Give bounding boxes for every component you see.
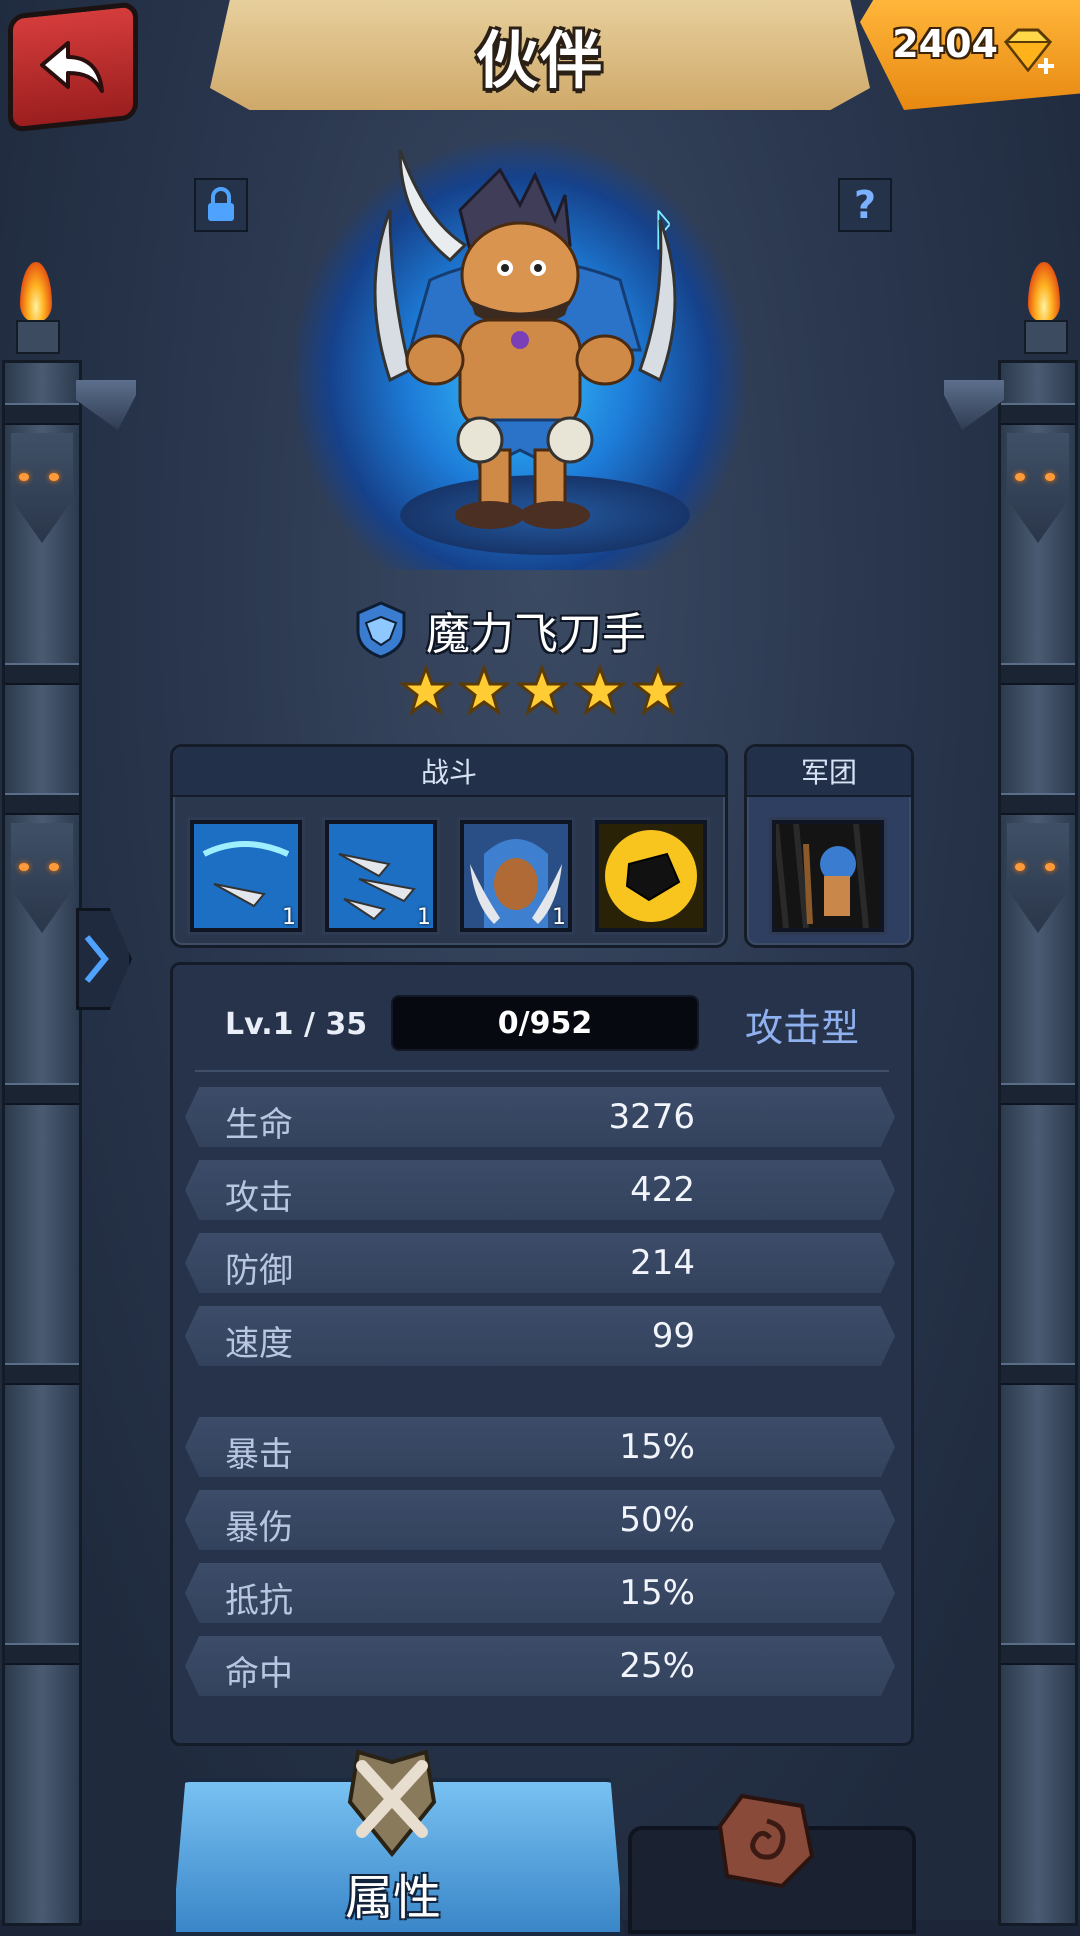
exp-text: 0/952 [497, 1005, 593, 1041]
stat-row-accuracy: 命中 25% [185, 1636, 895, 1696]
back-arrow-icon [40, 41, 104, 93]
legion-panel-title: 军团 [747, 747, 911, 797]
legion-shaman-icon [776, 824, 880, 928]
class-emblem-icon[interactable] [350, 599, 412, 661]
stat-row-attack: 攻击 422 [185, 1160, 895, 1220]
stat-name: 速度 [225, 1324, 293, 1364]
stat-value: 15% [619, 1573, 695, 1613]
stat-row-defense: 防御 214 [185, 1233, 895, 1293]
level-label: Lv.1 / 35 [225, 1007, 368, 1042]
question-mark-icon: ? [853, 183, 877, 227]
stat-name: 生命 [225, 1105, 293, 1145]
star-icon [574, 665, 626, 716]
rune-stone-icon [717, 1793, 815, 1889]
right-pillar [998, 360, 1078, 1926]
skill-slot-1[interactable]: 1 [187, 817, 305, 935]
stat-value: 25% [619, 1646, 695, 1686]
stat-row-crit-damage: 暴伤 50% [185, 1490, 895, 1550]
skill-slot-2[interactable]: 1 [322, 817, 440, 935]
chevron-right-icon [84, 935, 109, 983]
stat-row-hp: 生命 3276 [185, 1087, 895, 1147]
golden-fist-skill-icon [599, 824, 703, 928]
star-icon [632, 665, 684, 716]
stat-name: 暴伤 [225, 1508, 293, 1548]
hero-type: 攻击型 [745, 1006, 860, 1050]
skill-level: 1 [282, 905, 296, 930]
crossed-swords-icon [347, 1749, 437, 1858]
currency-amount: 2404 [892, 22, 998, 66]
lock-button[interactable] [194, 178, 248, 232]
gem-plus-icon[interactable] [998, 22, 1058, 82]
stat-row-resist: 抵抗 15% [185, 1563, 895, 1623]
stat-name: 暴击 [225, 1435, 293, 1475]
exp-bar: 0/952 [391, 995, 699, 1051]
back-button[interactable] [8, 1, 138, 133]
left-torch-icon [16, 262, 60, 354]
legion-slot[interactable] [769, 817, 887, 935]
star-rating [400, 665, 684, 717]
stat-value: 15% [619, 1427, 695, 1467]
right-torch-icon [1024, 262, 1068, 354]
stat-value: 99 [651, 1316, 695, 1356]
stats-panel: Lv.1 / 35 0/952 攻击型 生命 3276 攻击 422 防御 21… [170, 962, 914, 1746]
lock-icon [208, 187, 234, 221]
tab-attributes-label: 属性 [345, 1870, 442, 1926]
stat-value: 3276 [608, 1097, 695, 1137]
combat-panel-title: 战斗 [173, 747, 725, 797]
stat-name: 攻击 [225, 1178, 293, 1218]
stat-name: 防御 [225, 1251, 293, 1291]
left-pillar [2, 360, 82, 1926]
stat-value: 422 [630, 1170, 695, 1210]
stat-row-crit: 暴击 15% [185, 1417, 895, 1477]
stat-name: 抵抗 [225, 1581, 293, 1621]
hero-name-row: 魔力飞刀手 [350, 595, 646, 665]
stat-name: 命中 [225, 1654, 293, 1694]
stats-divider [195, 1070, 889, 1072]
help-button[interactable]: ? [838, 178, 892, 232]
hero-name: 魔力飞刀手 [426, 609, 646, 660]
combat-skills-panel: 战斗 1 1 1 [170, 744, 728, 948]
skill-level: 1 [417, 905, 431, 930]
skill-level: 1 [552, 905, 566, 930]
stat-value: 214 [630, 1243, 695, 1283]
stat-row-speed: 速度 99 [185, 1306, 895, 1366]
star-icon [400, 665, 452, 716]
legion-panel: 军团 [744, 744, 914, 948]
skill-slot-3[interactable]: 1 [457, 817, 575, 935]
page-title: 伙伴 [475, 24, 604, 97]
skill-slot-4[interactable] [592, 817, 710, 935]
star-icon [516, 665, 568, 716]
stat-value: 50% [619, 1500, 695, 1540]
hero-portrait[interactable]: ᚱ [320, 150, 740, 550]
star-icon [458, 665, 510, 716]
title-banner: 伙伴 [210, 0, 870, 110]
